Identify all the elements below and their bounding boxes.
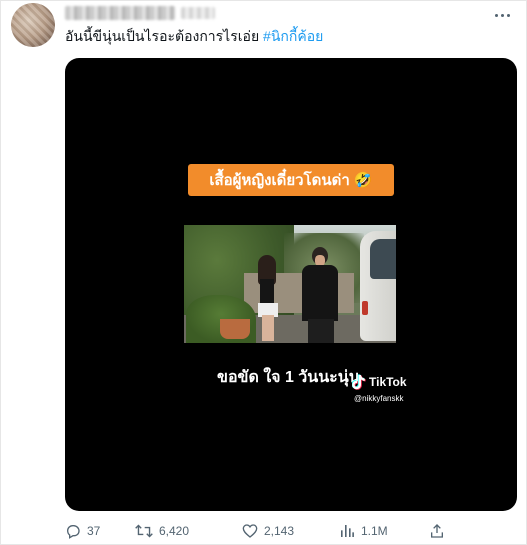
reply-button[interactable]: 37 <box>65 521 100 541</box>
share-icon <box>429 523 445 539</box>
like-count: 2,143 <box>264 524 295 538</box>
tweet-card: อันนี้ขีนุ่นเป็นไรอะต้องการไรเอ่ย #นิกกี… <box>0 0 527 545</box>
display-name-blurred[interactable] <box>65 6 175 20</box>
video-player[interactable]: เสื้อผู้หญิงเดี๋ยวโดนด่า 🤣 ขอขัด ใจ 1 วั… <box>65 58 517 511</box>
views-button[interactable]: 1.1M <box>339 521 388 541</box>
heart-icon <box>242 523 258 539</box>
retweet-icon <box>135 523 153 539</box>
video-caption-text: เสื้อผู้หญิงเดี๋ยวโดนด่า 🤣 <box>209 172 373 189</box>
reply-count: 37 <box>87 524 101 538</box>
avatar[interactable] <box>11 3 55 47</box>
user-handle-blurred[interactable] <box>181 7 215 19</box>
tweet-body-text: อันนี้ขีนุ่นเป็นไรอะต้องการไรเอ่ย <box>65 28 260 44</box>
video-subtitle: ขอขัด ใจ 1 วันนะนุ่น <box>217 369 360 386</box>
like-button[interactable]: 2,143 <box>242 521 294 541</box>
share-button[interactable] <box>429 521 445 541</box>
tiktok-watermark: TikTok <box>352 374 407 390</box>
hashtag-link[interactable]: #นิกกี้ค้อย <box>263 28 323 44</box>
retweet-button[interactable]: 6,420 <box>135 521 189 541</box>
reply-icon <box>65 523 81 539</box>
tweet-text: อันนี้ขีนุ่นเป็นไรอะต้องการไรเอ่ย #นิกกี… <box>65 27 323 45</box>
tiktok-brand-label: TikTok <box>369 375 407 389</box>
views-icon <box>339 523 355 539</box>
view-count: 1.1M <box>361 524 388 538</box>
tiktok-username: @nikkyfanskk <box>354 394 404 403</box>
tiktok-logo-icon <box>352 374 366 390</box>
video-scene <box>184 225 396 343</box>
tweet-actions: 37 6,420 2,143 1.1M <box>65 521 517 541</box>
more-icon[interactable] <box>490 5 514 25</box>
retweet-count: 6,420 <box>159 524 190 538</box>
video-caption-badge: เสื้อผู้หญิงเดี๋ยวโดนด่า 🤣 <box>188 164 394 196</box>
